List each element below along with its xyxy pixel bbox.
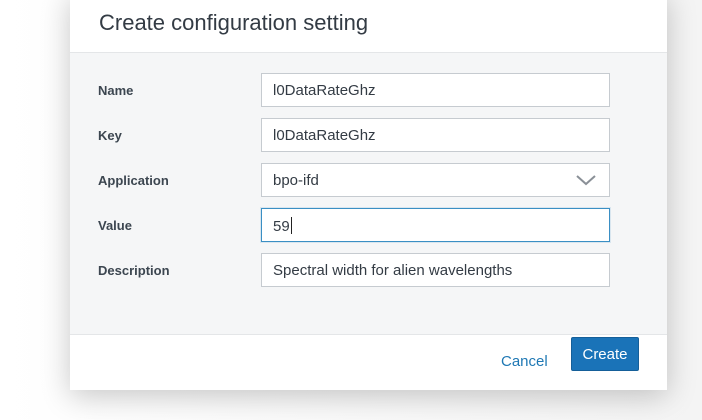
- form-row-key: Key l0DataRateGhz: [70, 118, 667, 152]
- form-row-description: Description Spectral width for alien wav…: [70, 253, 667, 287]
- dialog-footer: Cancel Create: [70, 335, 667, 390]
- dialog-header: Create configuration setting: [70, 0, 667, 53]
- application-select[interactable]: bpo-ifd: [261, 163, 610, 197]
- cancel-button[interactable]: Cancel: [501, 353, 548, 370]
- create-button[interactable]: Create: [571, 337, 639, 371]
- value-input[interactable]: 59: [261, 208, 610, 242]
- create-configuration-dialog: Create configuration setting Name l0Data…: [70, 0, 667, 390]
- chevron-down-icon[interactable]: [575, 173, 597, 187]
- description-input[interactable]: Spectral width for alien wavelengths: [261, 253, 610, 287]
- description-input-value: Spectral width for alien wavelengths: [273, 262, 513, 279]
- form-row-value: Value 59: [70, 208, 667, 242]
- value-input-text: 59: [273, 217, 292, 235]
- key-input[interactable]: l0DataRateGhz: [261, 118, 610, 152]
- application-select-value: bpo-ifd: [273, 172, 319, 189]
- name-input[interactable]: l0DataRateGhz: [261, 73, 610, 107]
- description-label: Description: [98, 263, 170, 278]
- name-label: Name: [98, 83, 134, 98]
- dialog-body: Name l0DataRateGhz Key l0DataRateGhz App…: [70, 53, 667, 335]
- application-label: Application: [98, 173, 169, 188]
- name-input-value: l0DataRateGhz: [273, 82, 376, 99]
- form-row-name: Name l0DataRateGhz: [70, 73, 667, 107]
- value-input-value: 59: [273, 218, 290, 235]
- form-row-application: Application bpo-ifd: [70, 163, 667, 197]
- key-label: Key: [98, 128, 122, 143]
- key-input-value: l0DataRateGhz: [273, 127, 376, 144]
- text-cursor: [290, 217, 292, 234]
- dialog-title: Create configuration setting: [99, 10, 369, 35]
- value-label: Value: [98, 218, 132, 233]
